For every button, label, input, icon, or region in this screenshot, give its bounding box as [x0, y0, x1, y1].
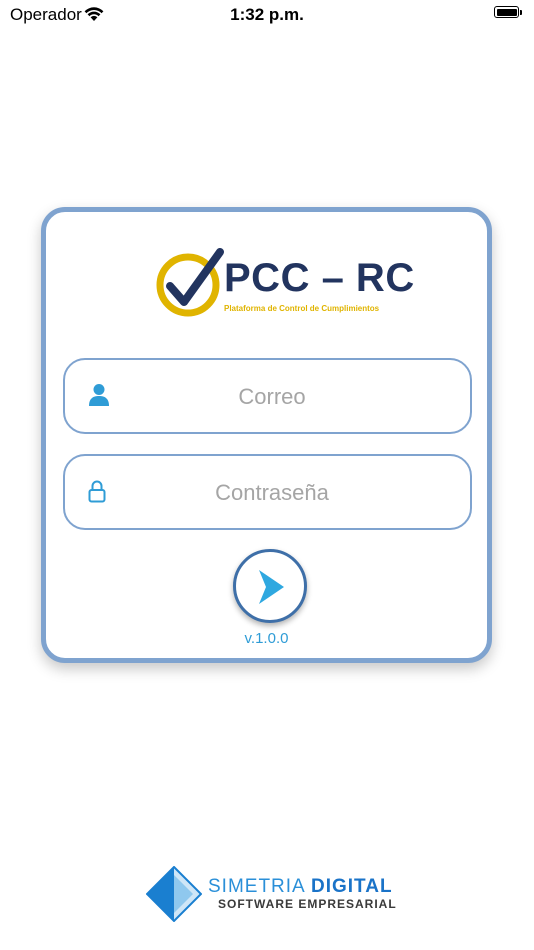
- logo-title: PCC – RC: [224, 256, 415, 300]
- battery-icon: [494, 6, 524, 20]
- user-icon: [88, 383, 110, 412]
- checkmark-logo-icon: [156, 248, 224, 317]
- status-bar: Operador 1:32 p.m.: [0, 0, 534, 30]
- email-input[interactable]: [125, 360, 419, 434]
- password-field[interactable]: [63, 454, 472, 530]
- email-field[interactable]: [63, 358, 472, 434]
- login-submit-button[interactable]: [233, 549, 307, 623]
- brand-name: SIMETRIA DIGITAL: [208, 876, 393, 897]
- company-brand: SIMETRIA DIGITAL SOFTWARE EMPRESARIAL: [146, 866, 396, 922]
- version-label: v.1.0.0: [244, 630, 289, 647]
- login-card: PCC – RC Plataforma de Control de Cumpli…: [41, 207, 492, 663]
- password-input[interactable]: [125, 456, 419, 530]
- diamond-logo-icon: [146, 866, 202, 922]
- app-logo: PCC – RC Plataforma de Control de Cumpli…: [154, 248, 414, 320]
- lock-icon: [88, 479, 106, 508]
- status-time: 1:32 p.m.: [230, 5, 304, 24]
- logo-subtitle: Plataforma de Control de Cumplimientos: [224, 304, 380, 313]
- brand-tagline: SOFTWARE EMPRESARIAL: [218, 897, 397, 911]
- arrow-right-icon: [259, 570, 284, 604]
